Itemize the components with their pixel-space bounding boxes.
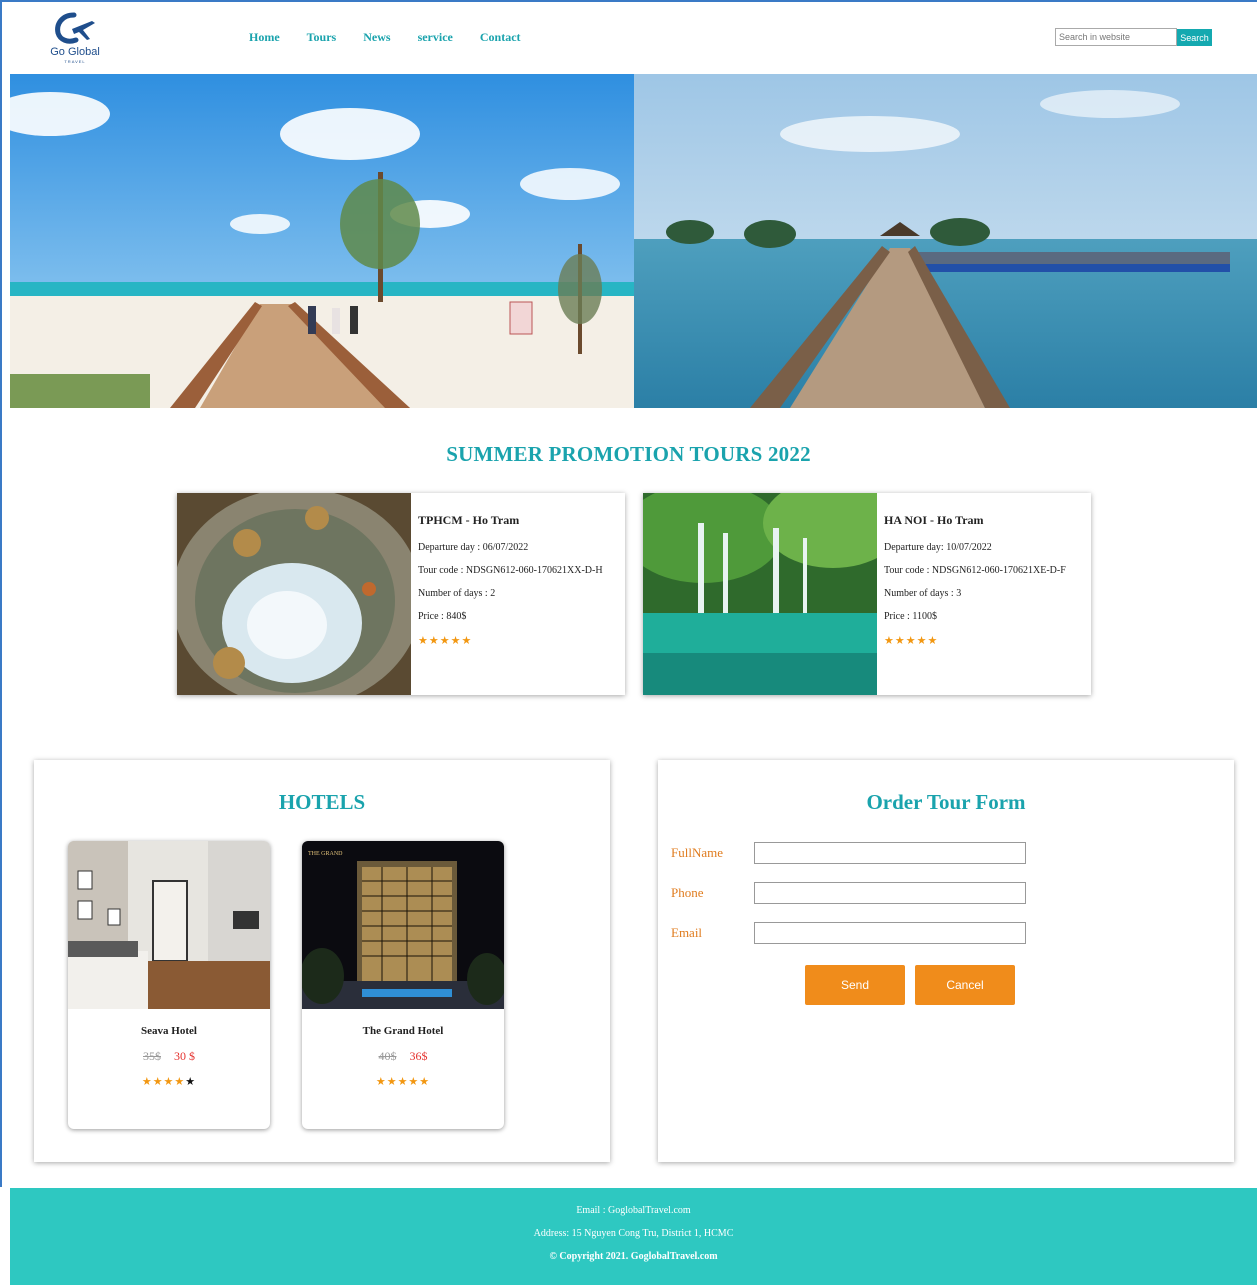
tour-image <box>177 493 411 695</box>
phone-field[interactable] <box>754 882 1026 904</box>
tour-card[interactable]: TPHCM - Ho Tram Departure day : 06/07/20… <box>177 493 625 695</box>
hotel-name: The Grand Hotel <box>362 1025 444 1037</box>
filled-stars: ★★★★★ <box>375 1076 431 1088</box>
nav-contact[interactable]: Contact <box>480 30 521 45</box>
tour-price: Price : 840$ <box>418 611 467 622</box>
main-nav: Home Tours News service Contact <box>249 30 548 45</box>
site-logo[interactable]: Go Global TRAVEL <box>46 12 106 64</box>
logo-text: Go Global <box>50 46 100 58</box>
tour-rating-stars: ★★★★★ <box>418 635 473 647</box>
fullname-label: FullName <box>671 845 723 860</box>
logo-tagline: TRAVEL <box>64 59 86 64</box>
tour-card[interactable]: HA NOI - Ho Tram Departure day: 10/07/20… <box>643 493 1091 695</box>
hotel-price: 35$ 30 $ <box>68 1049 270 1064</box>
site-footer: Email : GoglobalTravel.com Address: 15 N… <box>10 1188 1257 1285</box>
hotel-rating-stars: ★★★★★ <box>302 1072 504 1090</box>
hotel-sign: THE GRAND <box>308 851 343 857</box>
tour-price: Price : 1100$ <box>884 611 937 622</box>
tour-departure: Departure day: 10/07/2022 <box>884 542 992 553</box>
hotel-new-price: 30 $ <box>174 1049 195 1063</box>
nav-news[interactable]: News <box>363 30 390 45</box>
hotels-title: HOTELS <box>278 790 366 814</box>
tour-departure: Departure day : 06/07/2022 <box>418 542 529 553</box>
email-field[interactable] <box>754 922 1026 944</box>
tour-days: Number of days : 3 <box>884 588 962 599</box>
search-button[interactable]: Search <box>1177 29 1212 46</box>
tour-name: HA NOI - Ho Tram <box>884 513 984 527</box>
tour-rating-stars: ★★★★★ <box>884 635 939 647</box>
window-frame-top <box>0 0 1257 2</box>
tour-info: TPHCM - Ho Tram Departure day : 06/07/20… <box>418 513 623 647</box>
hotel-image <box>68 841 270 1009</box>
hotel-image: THE GRAND <box>302 841 504 1009</box>
empty-stars: ★ <box>185 1076 197 1088</box>
tour-image <box>643 493 877 695</box>
hotel-rating-stars: ★★★★★ <box>68 1072 270 1090</box>
hotel-old-price: 35$ <box>143 1049 161 1063</box>
nav-tours[interactable]: Tours <box>307 30 337 45</box>
hotel-name: Seava Hotel <box>141 1025 197 1037</box>
hero-image <box>10 74 1257 408</box>
hotel-old-price: 40$ <box>378 1049 397 1063</box>
footer-email: Email : GoglobalTravel.com <box>576 1205 691 1216</box>
hotel-card[interactable]: Seava Hotel 35$ 30 $ ★★★★★ <box>68 841 270 1129</box>
hotels-panel: HOTELS Seava Hotel 35$ 30 $ ★★★★★ THE GR… <box>34 760 610 1162</box>
footer-address: Address: 15 Nguyen Cong Tru, District 1,… <box>533 1228 734 1239</box>
promo-section-title: SUMMER PROMOTION TOURS 2022 <box>446 442 811 466</box>
tour-days: Number of days : 2 <box>418 588 496 599</box>
search-input[interactable] <box>1055 28 1177 46</box>
hotel-new-price: 36$ <box>409 1049 428 1063</box>
hero-banner <box>10 74 1257 408</box>
tour-code: Tour code : NDSGN612-060-170621XX-D-H <box>418 565 603 576</box>
fullname-field[interactable] <box>754 842 1026 864</box>
nav-service[interactable]: service <box>418 30 453 45</box>
email-label: Email <box>671 925 703 940</box>
tour-info: HA NOI - Ho Tram Departure day: 10/07/20… <box>884 513 1089 647</box>
filled-stars: ★★★★ <box>141 1076 186 1088</box>
tour-name: TPHCM - Ho Tram <box>418 513 520 527</box>
cancel-button[interactable]: Cancel <box>915 965 1015 1005</box>
order-form-title: Order Tour Form <box>866 790 1026 814</box>
hotel-price: 40$ 36$ <box>302 1049 504 1064</box>
window-frame-left <box>0 0 2 1187</box>
footer-copyright: © Copyright 2021. GoglobalTravel.com <box>549 1251 718 1262</box>
phone-label: Phone <box>671 885 704 900</box>
plane-logo-icon <box>55 12 95 44</box>
send-button[interactable]: Send <box>805 965 905 1005</box>
tour-code: Tour code : NDSGN612-060-170621XE-D-F <box>884 565 1066 576</box>
order-form-panel: Order Tour Form FullName Phone Email Sen… <box>658 760 1234 1162</box>
nav-home[interactable]: Home <box>249 30 280 45</box>
hotel-card[interactable]: THE GRAND The Grand Hotel 40$ 36$ ★★★★★ <box>302 841 504 1129</box>
